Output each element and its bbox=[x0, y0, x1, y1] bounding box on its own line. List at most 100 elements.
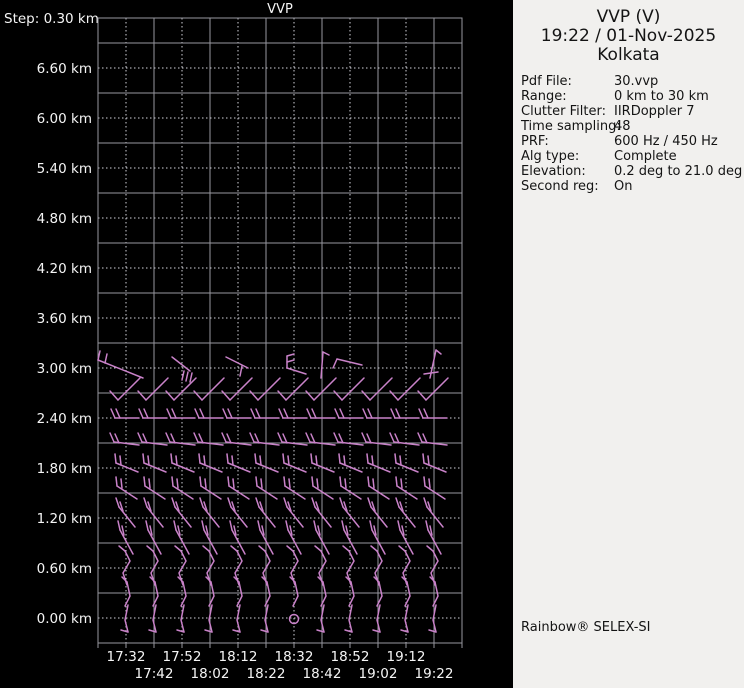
wind-barb-tick bbox=[418, 408, 424, 419]
wind-barb-staff bbox=[258, 506, 276, 528]
x-axis-tick-label: 18:52 bbox=[331, 649, 370, 665]
wind-barb-tick bbox=[278, 408, 284, 419]
y-axis-tick-label: 4.80 km bbox=[37, 211, 92, 227]
wind-barb-tick bbox=[170, 453, 173, 464]
parameter-label: Pdf File: bbox=[521, 74, 572, 89]
wind-barb-tick bbox=[255, 497, 260, 508]
wind-barb-tick bbox=[120, 478, 123, 489]
wind-barb-tick bbox=[138, 408, 144, 419]
wind-barb-tick bbox=[344, 478, 347, 489]
y-axis-labels: 6.60 km 6.00 km 5.40 km 4.80 km 4.20 km 3.60 … bbox=[37, 61, 92, 627]
wind-barb-tick bbox=[286, 545, 294, 552]
wind-barb-tick bbox=[260, 478, 263, 489]
y-axis-tick-label: 3.00 km bbox=[37, 361, 92, 377]
wind-barb-tick bbox=[288, 478, 291, 489]
wind-barb-tick bbox=[277, 390, 287, 401]
wind-barb-staff bbox=[369, 377, 393, 401]
wind-barb-staff bbox=[171, 356, 191, 372]
wind-barb-tick bbox=[369, 520, 373, 531]
wind-barb-staff bbox=[320, 351, 324, 379]
parameter-row: Range: 0 km to 30 km bbox=[521, 89, 744, 104]
wind-barb-tick bbox=[417, 432, 423, 443]
wind-barb-staff bbox=[426, 506, 444, 528]
wind-barb-tick bbox=[395, 497, 400, 508]
parameter-row: Clutter Filter: IIRDoppler 7 bbox=[521, 104, 744, 119]
wind-barb-tick bbox=[249, 390, 259, 401]
wind-barb-tick bbox=[227, 497, 232, 508]
wind-barb-tick bbox=[143, 497, 148, 508]
parameter-value: 48 bbox=[614, 119, 631, 134]
parameter-value: Complete bbox=[614, 149, 677, 164]
wind-barb-tick bbox=[283, 408, 289, 419]
wind-barb-tick bbox=[137, 432, 143, 443]
wind-barb-tick bbox=[193, 432, 199, 443]
wind-barb-tick bbox=[109, 390, 119, 401]
y-axis-tick-label: 6.00 km bbox=[37, 111, 92, 127]
wind-barb-tick bbox=[287, 455, 290, 466]
wind-barb-tick bbox=[199, 497, 204, 508]
y-axis-tick-label: 0.00 km bbox=[37, 611, 92, 627]
wind-barb-tick bbox=[171, 497, 176, 508]
wind-barb-tick bbox=[389, 390, 399, 401]
parameter-value: IIRDoppler 7 bbox=[614, 104, 695, 119]
parameter-row: Pdf File: 30.vvp bbox=[521, 74, 744, 89]
wind-barb-tick bbox=[422, 453, 425, 464]
wind-barb-tick bbox=[148, 478, 151, 489]
wind-barb-tick bbox=[427, 455, 430, 466]
wind-barbs bbox=[97, 349, 449, 633]
wind-barb-staff bbox=[286, 506, 304, 528]
wind-barb-tick bbox=[199, 476, 202, 487]
parameter-value: 30.vvp bbox=[614, 74, 659, 89]
wind-barb-tick bbox=[435, 349, 442, 355]
parameter-row: Time sampling:48 bbox=[521, 119, 744, 134]
parameter-label: PRF: bbox=[521, 134, 549, 149]
wind-barb-tick bbox=[250, 408, 256, 419]
wind-barb-staff bbox=[173, 377, 197, 401]
y-axis-tick-label: 0.60 km bbox=[37, 561, 92, 577]
wind-barb-tick bbox=[194, 408, 200, 419]
parameter-row: Second reg: On bbox=[521, 179, 744, 194]
wind-barb-tick bbox=[254, 453, 257, 464]
wind-barb-tick bbox=[202, 545, 210, 552]
wind-barb-tick bbox=[306, 408, 312, 419]
wind-barb-tick bbox=[339, 476, 342, 487]
wind-barb-tick bbox=[143, 408, 149, 419]
wind-barb-tick bbox=[137, 390, 147, 401]
wind-barb-tick bbox=[146, 545, 154, 552]
wind-barb-tick bbox=[316, 478, 319, 489]
wind-barb-tick bbox=[198, 453, 201, 464]
wind-barb-tick bbox=[227, 476, 230, 487]
y-axis-tick-label: 5.40 km bbox=[37, 161, 92, 177]
wind-barb-staff bbox=[174, 506, 192, 528]
wind-barb-tick bbox=[142, 453, 145, 464]
wind-barb-tick bbox=[367, 497, 372, 508]
wind-barb-tick bbox=[305, 390, 315, 401]
wind-barb-staff bbox=[425, 377, 449, 401]
info-panel: VVP (V) 19:22 / 01-Nov-2025 Kolkata Pdf … bbox=[513, 0, 744, 688]
wind-barb-tick bbox=[181, 370, 185, 381]
wind-barb-staff bbox=[285, 377, 309, 401]
wind-barb-tick bbox=[367, 476, 370, 487]
wind-barb-tick bbox=[398, 545, 406, 552]
wind-barb-tick bbox=[165, 390, 175, 401]
wind-barb-tick bbox=[314, 545, 322, 552]
wind-barb-tick bbox=[171, 408, 177, 419]
wind-barb-tick bbox=[239, 365, 243, 377]
wind-barb-staff bbox=[201, 377, 225, 401]
parameter-label: Second reg: bbox=[521, 179, 599, 194]
wind-barb-tick bbox=[221, 432, 227, 443]
x-axis-tick-label: 18:12 bbox=[219, 649, 258, 665]
wind-barb-staff bbox=[314, 506, 332, 528]
wind-barb-tick bbox=[338, 453, 341, 464]
chart-title: VVP bbox=[267, 2, 293, 17]
wind-barb-tick bbox=[145, 520, 149, 531]
wind-barb-tick bbox=[305, 432, 311, 443]
parameter-list: Pdf File: 30.vvp Range: 0 km to 30 km Clutte… bbox=[513, 74, 744, 194]
wind-barb-tick bbox=[174, 545, 182, 552]
wind-barb-tick bbox=[367, 408, 373, 419]
panel-title: VVP (V) bbox=[596, 7, 661, 27]
wind-barb-tick bbox=[255, 408, 261, 419]
wind-barb-tick bbox=[342, 545, 350, 552]
wind-barb-tick bbox=[395, 408, 401, 419]
x-axis-tick-label: 19:22 bbox=[415, 666, 454, 682]
